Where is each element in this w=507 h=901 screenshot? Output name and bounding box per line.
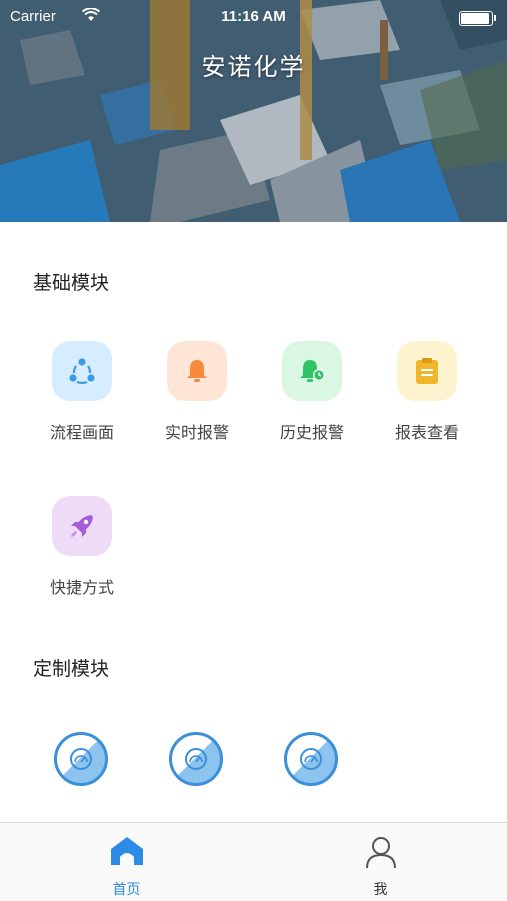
status-bar: Carrier 11:16 AM — [0, 6, 507, 30]
module-report-view[interactable]: 报表查看 — [377, 341, 477, 443]
module-history-alarm[interactable]: 历史报警 — [262, 341, 362, 443]
module-label: 历史报警 — [279, 423, 344, 442]
module-label: 快捷方式 — [49, 578, 114, 597]
tab-home[interactable]: 首页 — [0, 823, 253, 901]
header-banner: Carrier 11:16 AM 安诺化学 — [0, 0, 507, 222]
module-process-view[interactable]: 流程画面 — [32, 341, 132, 443]
module-shortcuts[interactable]: 快捷方式 — [32, 496, 132, 598]
gauge-icon — [70, 748, 92, 770]
bell-icon — [167, 341, 227, 401]
factory-background-image — [0, 0, 507, 222]
share-network-icon — [52, 341, 112, 401]
tab-label: 首页 — [112, 882, 141, 898]
tab-label: 我 — [373, 882, 388, 898]
custom-section-title: 定制模块 — [33, 658, 110, 680]
module-label: 报表查看 — [394, 423, 459, 442]
user-icon — [364, 835, 398, 873]
tab-me[interactable]: 我 — [254, 823, 507, 901]
home-icon — [109, 835, 145, 871]
tab-bar: 首页 我 — [0, 822, 507, 901]
status-time: 11:16 AM — [221, 8, 286, 25]
custom-module-2[interactable] — [169, 732, 223, 786]
module-realtime-alarm[interactable]: 实时报警 — [147, 341, 247, 443]
rocket-icon — [52, 496, 112, 556]
page-title: 安诺化学 — [201, 53, 306, 81]
custom-module-3[interactable] — [284, 732, 338, 786]
battery-icon — [459, 11, 496, 26]
gauge-icon — [300, 748, 322, 770]
basic-section-title: 基础模块 — [33, 272, 110, 294]
module-label: 流程画面 — [49, 423, 114, 442]
gauge-icon — [185, 748, 207, 770]
module-label: 实时报警 — [164, 423, 229, 442]
custom-module-1[interactable] — [54, 732, 108, 786]
bell-clock-icon — [282, 341, 342, 401]
clipboard-icon — [397, 341, 457, 401]
